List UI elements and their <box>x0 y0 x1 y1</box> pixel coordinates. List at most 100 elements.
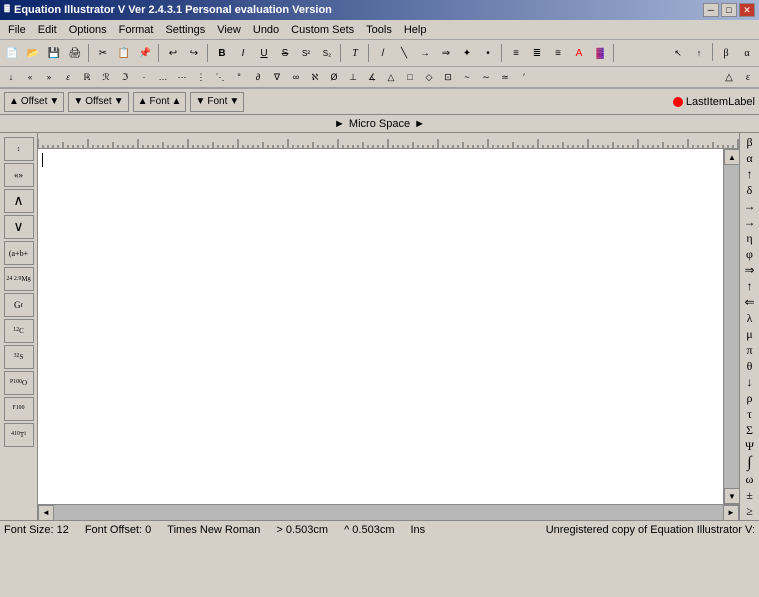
font-down-button[interactable]: ▼ Font ▼ <box>190 92 244 112</box>
undo-button[interactable]: ↩ <box>163 43 183 63</box>
sym-symbol3[interactable]: ∞ <box>287 68 305 86</box>
sym-tilde[interactable]: ~ <box>458 68 476 86</box>
sidebar-oxygen-btn[interactable]: P100O <box>4 371 34 395</box>
sym-prime[interactable]: ′ <box>515 68 533 86</box>
sym-wave2[interactable]: ≃ <box>496 68 514 86</box>
rsym-delta-up[interactable]: ↑ <box>741 167 759 182</box>
sym-symbol10[interactable]: ◇ <box>420 68 438 86</box>
align1-button[interactable]: ≡ <box>506 43 526 63</box>
sidebar-fluorine-btn[interactable]: F100 <box>4 397 34 421</box>
sym-dots5[interactable]: ⋱ <box>211 68 229 86</box>
draw3-button[interactable]: → <box>415 43 435 63</box>
cut-button[interactable]: ✂ <box>93 43 113 63</box>
font-up-button[interactable]: ▲ Font ▲ <box>133 92 187 112</box>
alpha-sym[interactable]: α <box>737 43 757 63</box>
rsym-double-right[interactable]: ⇒ <box>741 263 759 278</box>
editor-content[interactable] <box>38 149 723 504</box>
rsym-right-arrow2[interactable]: → <box>741 215 759 230</box>
rsym-right-arrow[interactable]: → <box>741 199 759 214</box>
sym-langle[interactable]: « <box>21 68 39 86</box>
sidebar-vee-btn[interactable]: ∨ <box>4 215 34 239</box>
menu-edit[interactable]: Edit <box>32 22 63 38</box>
rsym-left-arrow[interactable]: ⇐ <box>741 295 759 310</box>
sidebar-mg-btn[interactable]: 24 2.9Mg <box>4 267 34 291</box>
sym-symbol5[interactable]: Ø <box>325 68 343 86</box>
menu-view[interactable]: View <box>211 22 247 38</box>
subscript-button[interactable]: S₂ <box>317 43 337 63</box>
superscript-button[interactable]: S² <box>296 43 316 63</box>
sidebar-laquo-btn[interactable]: «» <box>4 163 34 187</box>
sidebar-ti-btn[interactable]: 410Ti <box>4 423 34 447</box>
sym-rangle[interactable]: » <box>40 68 58 86</box>
sym-r[interactable]: ℛ <box>97 68 115 86</box>
sym-dots6[interactable]: ° <box>230 68 248 86</box>
right-sym-epsilon[interactable]: ε <box>739 68 757 86</box>
horizontal-scrollbar[interactable]: ◄ ► <box>38 504 739 520</box>
scroll-up-button[interactable]: ▲ <box>724 149 740 165</box>
align2-button[interactable]: ≣ <box>527 43 547 63</box>
draw2-button[interactable]: ╲ <box>394 43 414 63</box>
sym-symbol4[interactable]: ℵ <box>306 68 324 86</box>
sym-symbol9[interactable]: □ <box>401 68 419 86</box>
sidebar-sulfur-btn[interactable]: 32S <box>4 345 34 369</box>
rsym-theta[interactable]: θ <box>741 359 759 374</box>
offset-up-button[interactable]: ▲ Offset ▼ <box>4 92 64 112</box>
menu-settings[interactable]: Settings <box>159 22 211 38</box>
rsym-lambda[interactable]: λ <box>741 311 759 326</box>
rsym-psi[interactable]: Ψ <box>741 439 759 454</box>
menu-undo[interactable]: Undo <box>247 22 285 38</box>
underline-button[interactable]: U <box>254 43 274 63</box>
scroll-right-button[interactable]: ► <box>723 505 739 521</box>
sidebar-carbon-btn[interactable]: 12C <box>4 319 34 343</box>
copy-button[interactable]: 📋 <box>114 43 134 63</box>
arrow-upleft[interactable]: ↖ <box>668 43 688 63</box>
h-scroll-track[interactable] <box>54 505 723 520</box>
sidebar-expr-btn[interactable]: (a+b+ <box>4 241 34 265</box>
rsym-alpha[interactable]: α <box>741 151 759 166</box>
rsym-mu[interactable]: μ <box>741 327 759 342</box>
color1-button[interactable]: A <box>569 43 589 63</box>
sym-symbol7[interactable]: ∡ <box>363 68 381 86</box>
menu-options[interactable]: Options <box>63 22 113 38</box>
rsym-int[interactable]: ∫ <box>741 455 759 471</box>
sym-dots1[interactable]: · <box>135 68 153 86</box>
scroll-track[interactable] <box>724 165 739 488</box>
right-sym-delta[interactable]: △ <box>720 68 738 86</box>
scroll-down-button[interactable]: ▼ <box>724 488 740 504</box>
sym-i[interactable]: ℑ <box>116 68 134 86</box>
sym-down-arrow[interactable]: ↓ <box>2 68 20 86</box>
sym-symbol8[interactable]: △ <box>382 68 400 86</box>
menu-tools[interactable]: Tools <box>360 22 398 38</box>
print-button[interactable]: 🖨 <box>65 43 85 63</box>
menu-file[interactable]: File <box>2 22 32 38</box>
open-button[interactable]: 📂 <box>23 43 43 63</box>
rsym-plusminus[interactable]: ± <box>741 488 759 503</box>
redo-button[interactable]: ↪ <box>184 43 204 63</box>
paste-button[interactable]: 📌 <box>135 43 155 63</box>
sym-dots2[interactable]: … <box>154 68 172 86</box>
rsym-tau[interactable]: τ <box>741 407 759 422</box>
arrow-up[interactable]: ↑ <box>689 43 709 63</box>
micro-right-arrow[interactable]: ► <box>414 118 425 130</box>
scroll-left-button[interactable]: ◄ <box>38 505 54 521</box>
menu-format[interactable]: Format <box>113 22 160 38</box>
sym-e[interactable]: ε <box>59 68 77 86</box>
rsym-up-arrow2[interactable]: ↑ <box>741 279 759 294</box>
sym-wave1[interactable]: ∼ <box>477 68 495 86</box>
star-button[interactable]: ✦ <box>457 43 477 63</box>
close-button[interactable]: ✕ <box>739 3 755 17</box>
save-button[interactable]: 💾 <box>44 43 64 63</box>
rsym-down-v[interactable]: ↓ <box>741 375 759 390</box>
draw1-button[interactable]: / <box>373 43 393 63</box>
offset-down-button[interactable]: ▼ Offset ▼ <box>68 92 128 112</box>
new-button[interactable]: 📄 <box>2 43 22 63</box>
sym-dots3[interactable]: ⋯ <box>173 68 191 86</box>
minimize-button[interactable]: ─ <box>703 3 719 17</box>
sym-dots4[interactable]: ⋮ <box>192 68 210 86</box>
align3-button[interactable]: ≡ <box>548 43 568 63</box>
rsym-omega[interactable]: ω <box>741 472 759 487</box>
rsym-pi[interactable]: π <box>741 343 759 358</box>
color2-button[interactable]: ▓ <box>590 43 610 63</box>
bold-button[interactable]: B <box>212 43 232 63</box>
sidebar-wedge-btn[interactable]: ∧ <box>4 189 34 213</box>
